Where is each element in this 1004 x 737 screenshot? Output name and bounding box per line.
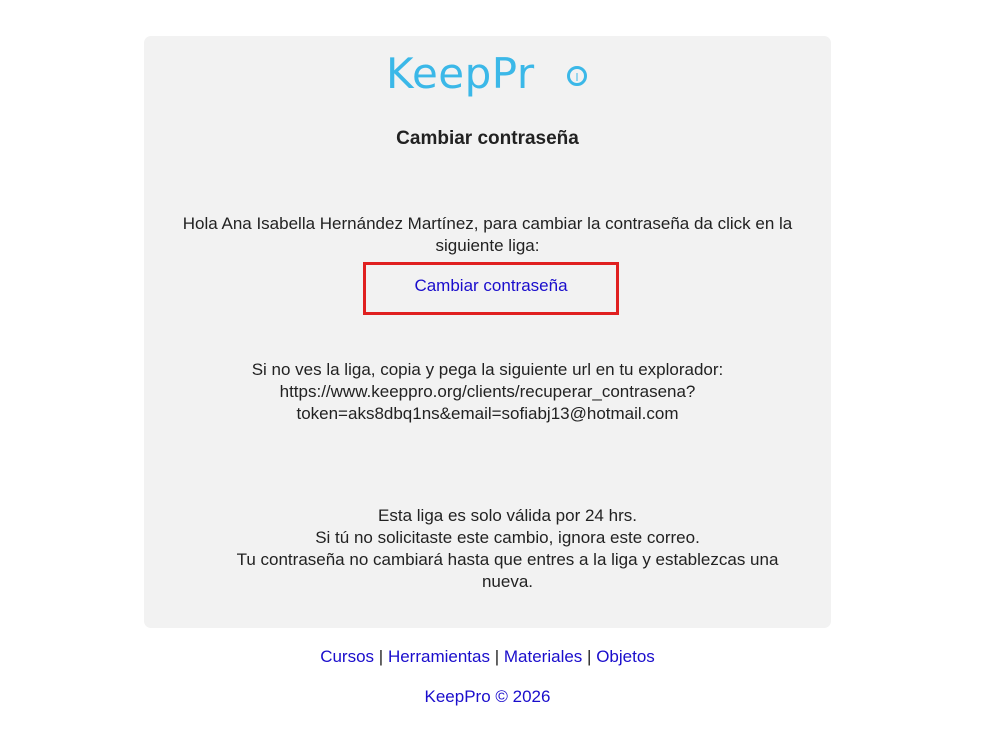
validity-line-1: Esta liga es solo válida por 24 hrs.	[378, 506, 637, 525]
greeting-line-1: Hola Ana Isabella Hernández Martínez, pa…	[182, 214, 793, 233]
footer-link-materiales[interactable]: Materiales	[504, 647, 582, 666]
copyright-link[interactable]: KeepPro © 2026	[425, 687, 551, 706]
validity-line-4: nueva.	[481, 572, 534, 591]
footer-link-objetos[interactable]: Objetos	[596, 647, 655, 666]
reset-link-highlight: Cambiar contraseña	[363, 262, 619, 315]
footer-link-herramientas[interactable]: Herramientas	[388, 647, 490, 666]
validity-notice: Esta liga es solo válida por 24 hrs. Si …	[204, 505, 811, 593]
reset-password-link[interactable]: Cambiar contraseña	[414, 276, 567, 296]
footer-separator: |	[587, 647, 592, 666]
page-title: Cambiar contraseña	[396, 128, 579, 149]
url-instruction: Si no ves la liga, copia y pega la sigui…	[251, 360, 724, 379]
greeting-line-2: siguiente liga:	[435, 236, 540, 255]
url-part-2: token=aks8dbq1ns&email=sofiabj13@hotmail…	[296, 404, 679, 423]
keeppro-logo: KeepPr	[386, 50, 590, 104]
validity-line-2: Si tú no solicitaste este cambio, ignora…	[315, 528, 700, 547]
logo-o-icon	[567, 66, 587, 86]
greeting-message: Hola Ana Isabella Hernández Martínez, pa…	[164, 213, 811, 257]
url-part-1: https://www.keeppro.org/clients/recupera…	[279, 382, 696, 401]
footer-separator: |	[494, 647, 500, 666]
footer-link-cursos[interactable]: Cursos	[320, 647, 374, 666]
footer-separator: |	[378, 647, 384, 666]
validity-line-3: Tu contraseña no cambiará hasta que entr…	[236, 550, 779, 569]
fallback-url-message: Si no ves la liga, copia y pega la sigui…	[164, 359, 811, 425]
copyright: KeepPro © 2026	[144, 687, 831, 707]
logo-text: KeepPr	[386, 49, 535, 98]
footer-nav: Cursos | Herramientas | Materiales | Obj…	[144, 647, 831, 667]
